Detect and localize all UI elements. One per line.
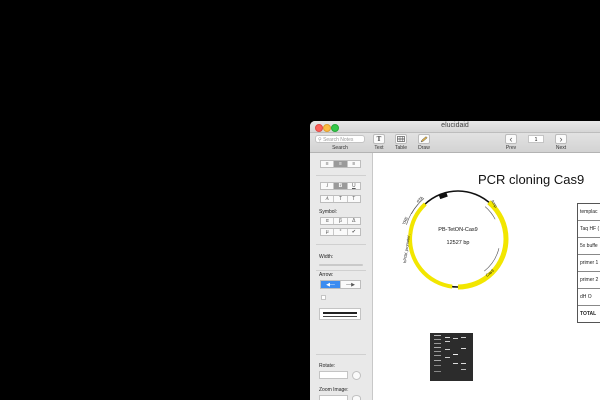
line-style-solid [323, 312, 357, 314]
zoom-image-label: Zoom Image: [319, 387, 349, 393]
rotate-knob[interactable] [352, 371, 361, 380]
style-control[interactable]: I B U [320, 182, 361, 190]
search-input[interactable]: ⚲ Search Notes [315, 135, 365, 143]
draw-button[interactable] [418, 134, 430, 144]
symbol-degree[interactable]: ° [334, 229, 348, 235]
divider [316, 244, 366, 245]
gel-bands [434, 335, 466, 372]
font-large-icon[interactable]: A [321, 196, 335, 202]
text-icon: T [376, 135, 382, 143]
reaction-table[interactable]: templac Taq HF ( 5x buffe primer 1 prime… [577, 203, 600, 323]
symbol-row-1[interactable]: α β Δ [320, 217, 361, 225]
draw-label: Draw [418, 145, 430, 151]
arrow-checkbox[interactable] [321, 295, 326, 300]
table-label: Table [395, 145, 407, 151]
chevron-left-icon: ‹ [509, 134, 513, 144]
text-label: Text [374, 145, 384, 151]
symbol-label: Symbol: [319, 209, 338, 215]
align-right-icon[interactable]: ≡ [348, 161, 360, 167]
zoom-knob[interactable] [352, 395, 361, 400]
zoom-input[interactable] [319, 395, 348, 400]
arrow-right-icon[interactable]: —▶ [341, 281, 360, 288]
divider [316, 270, 366, 271]
toolbar: ⚲ Search Notes Search T Text Table Draw … [310, 133, 600, 153]
table-row[interactable]: primer 1 [578, 255, 600, 272]
plasmid-name: PB-TetON-Cas9 [438, 227, 477, 233]
divider [316, 354, 366, 355]
align-left-icon[interactable]: ≡ [321, 161, 335, 167]
rotate-input[interactable] [319, 371, 348, 379]
alignment-control[interactable]: ≡ ≡ ≡ [320, 160, 361, 168]
align-center-icon[interactable]: ≡ [334, 161, 348, 167]
italic-icon[interactable]: I [321, 183, 335, 189]
table-row[interactable]: 5x buffe [578, 238, 600, 255]
symbol-alpha[interactable]: α [321, 218, 335, 224]
plasmid-marker [438, 191, 448, 200]
search-icon: ⚲ [318, 137, 322, 143]
prev-label: Prev [505, 145, 517, 151]
divider [316, 175, 366, 176]
plasmid-size: 12527 bp [447, 240, 470, 246]
width-slider[interactable] [319, 264, 363, 266]
width-label: Width: [319, 254, 334, 260]
format-sidebar: ≡ ≡ ≡ I B U A T T Symbol: α β Δ μ ° ✔ Wi… [310, 153, 373, 400]
table-row[interactable]: dH O [578, 289, 600, 306]
prev-button[interactable]: ‹ [505, 134, 517, 144]
check-icon[interactable]: ✔ [348, 229, 360, 235]
gel-image[interactable] [430, 333, 473, 381]
arrow-left-icon[interactable]: ◀— [321, 281, 341, 288]
font-subscript-icon[interactable]: T [348, 196, 360, 202]
table-row[interactable]: TOTAL [578, 306, 600, 322]
arrow-label: Arrow: [319, 272, 334, 278]
plasmid-map[interactable]: PB-TetON-Cas9 12527 bp Amp TRE rtTA Cas9… [373, 153, 600, 400]
text-button[interactable]: T [373, 134, 385, 144]
symbol-mu[interactable]: μ [321, 229, 335, 235]
feature-label-rttа: rtTA [415, 195, 424, 204]
underline-icon[interactable]: U [348, 183, 360, 189]
line-style-thin [323, 316, 357, 317]
table-icon [397, 136, 405, 142]
note-document[interactable]: PCR cloning Cas9 PB-TetON-Cas9 12527 bp … [373, 153, 600, 400]
table-row[interactable]: primer 2 [578, 272, 600, 289]
symbol-delta[interactable]: Δ [348, 218, 360, 224]
arrow-style-control[interactable]: ◀— —▶ [320, 280, 361, 289]
bold-icon[interactable]: B [334, 183, 348, 189]
next-button[interactable]: › [555, 134, 567, 144]
table-button[interactable] [395, 134, 407, 144]
table-row[interactable]: Taq HF ( [578, 221, 600, 238]
symbol-beta[interactable]: β [334, 218, 348, 224]
title-bar[interactable]: elucidaid [310, 121, 600, 133]
search-placeholder: Search Notes [323, 137, 354, 143]
chevron-right-icon: › [559, 134, 563, 144]
symbol-row-2[interactable]: μ ° ✔ [320, 228, 361, 236]
font-small-icon[interactable]: T [334, 196, 348, 202]
text-size-control[interactable]: A T T [320, 195, 361, 203]
pencil-icon [420, 135, 428, 142]
page-number-field[interactable]: 1 [528, 135, 544, 143]
table-row[interactable]: templac [578, 204, 600, 221]
line-style-picker[interactable] [319, 308, 361, 320]
window-title: elucidaid [441, 122, 469, 129]
rotate-label: Rotate: [319, 363, 336, 369]
app-window: elucidaid ⚲ Search Notes Search T Text T… [310, 121, 600, 400]
next-label: Next [555, 145, 567, 151]
search-label: Search [332, 145, 348, 151]
